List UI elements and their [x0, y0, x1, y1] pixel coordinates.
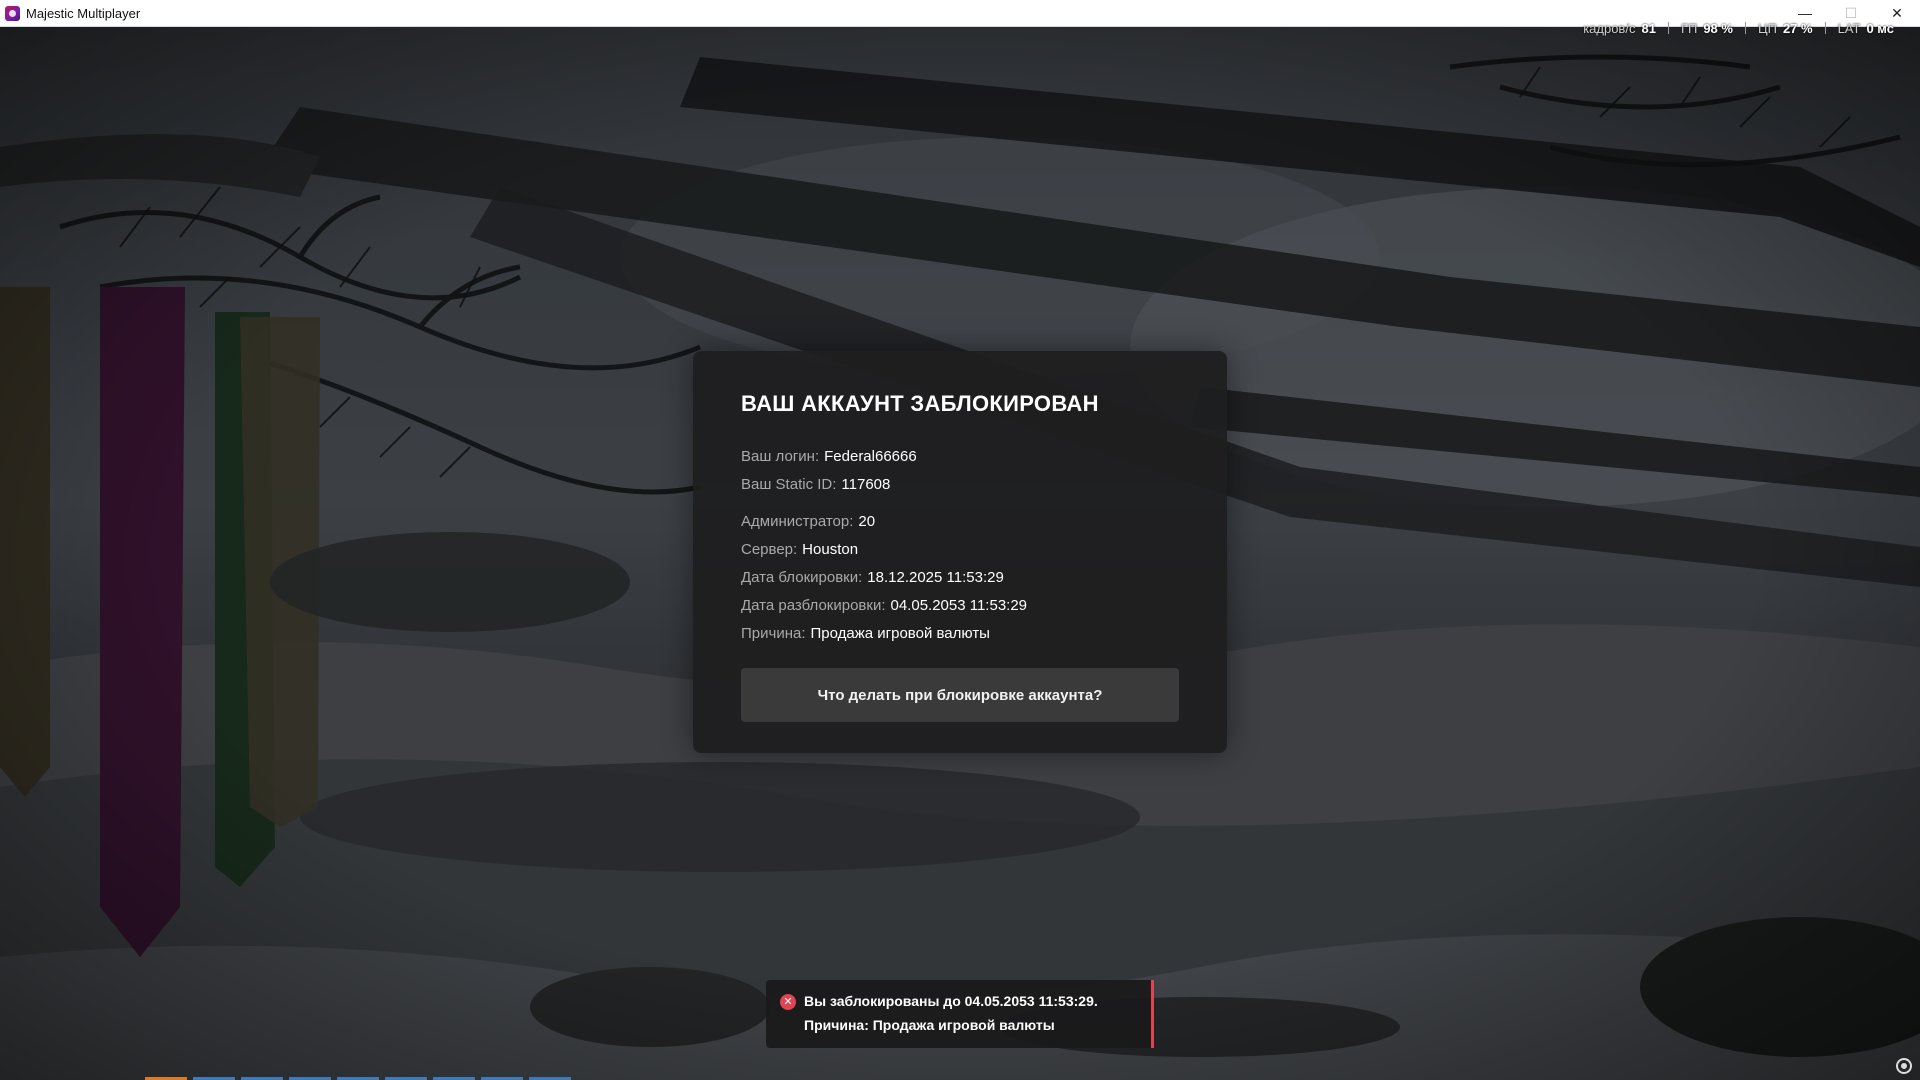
ban-date-row: Дата блокировки: 18.12.2025 11:53:29	[741, 564, 1179, 592]
latency-label: LAT	[1837, 20, 1861, 36]
fps-value: 81	[1641, 20, 1656, 36]
perf-divider	[1824, 22, 1826, 34]
ban-help-button[interactable]: Что делать при блокировке аккаунта?	[741, 668, 1179, 722]
cpu-value: 27 %	[1782, 20, 1813, 36]
admin-row: Администратор: 20	[741, 508, 1179, 536]
login-row: Ваш логин: Federal66666	[741, 443, 1179, 471]
toast-message: Вы заблокированы до 04.05.2053 11:53:29.	[804, 993, 1098, 1009]
toast-reason: Причина: Продажа игровой валюты	[804, 1017, 1055, 1033]
unban-date-row: Дата разблокировки: 04.05.2053 11:53:29	[741, 592, 1179, 620]
fps-label: кадров/с	[1583, 20, 1636, 36]
reason-value: Продажа игровой валюты	[810, 625, 990, 642]
server-label: Сервер:	[741, 541, 798, 558]
login-value: Federal66666	[824, 448, 917, 465]
settings-icon[interactable]	[1896, 1058, 1912, 1074]
static-id-value: 117608	[841, 476, 891, 493]
latency-value: 0 мс	[1866, 20, 1894, 36]
static-id-label: Ваш Static ID:	[741, 476, 837, 493]
error-icon: ✕	[780, 994, 796, 1010]
ban-notification-toast: ✕ Вы заблокированы до 04.05.2053 11:53:2…	[766, 980, 1154, 1048]
login-label: Ваш логин:	[741, 448, 820, 465]
reason-row: Причина: Продажа игровой валюты	[741, 620, 1179, 648]
app-logo-icon	[5, 5, 20, 21]
window-title: Majestic Multiplayer	[26, 5, 141, 21]
ban-title: ВАШ АККАУНТ ЗАБЛОКИРОВАН	[741, 391, 1099, 416]
perf-divider	[1667, 22, 1669, 34]
admin-label: Администратор:	[741, 513, 854, 530]
gpu-label: ГП	[1680, 20, 1698, 36]
cpu-label: ЦП	[1757, 20, 1777, 36]
ban-date-value: 18.12.2025 11:53:29	[867, 569, 1004, 586]
reason-label: Причина:	[741, 625, 806, 642]
static-id-row: Ваш Static ID: 117608	[741, 471, 1179, 499]
ban-date-label: Дата блокировки:	[741, 569, 863, 586]
server-value: Houston	[802, 541, 859, 558]
unban-date-value: 04.05.2053 11:53:29	[890, 597, 1028, 614]
server-row: Сервер: Houston	[741, 536, 1179, 564]
perf-divider	[1744, 22, 1746, 34]
performance-overlay: кадров/с 81 ГП 98 % ЦП 27 % LAT 0 мс	[1583, 20, 1906, 36]
account-ban-panel: ВАШ АККАУНТ ЗАБЛОКИРОВАН Ваш логин: Feder…	[693, 351, 1227, 753]
gpu-value: 98 %	[1703, 20, 1733, 36]
admin-value: 20	[858, 513, 876, 530]
unban-date-label: Дата разблокировки:	[741, 597, 886, 614]
